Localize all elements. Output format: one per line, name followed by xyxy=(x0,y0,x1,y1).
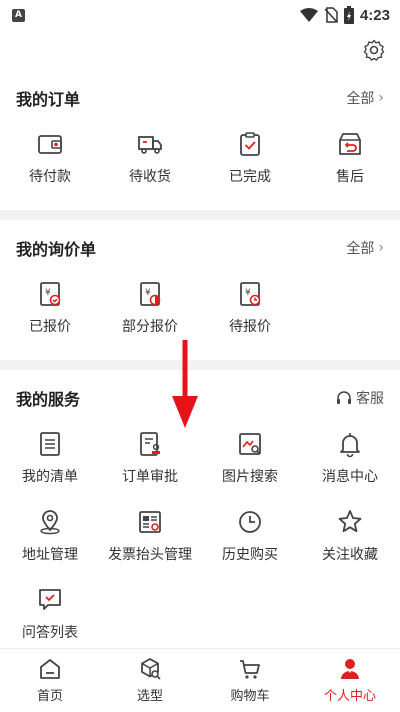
customer-service-label: 客服 xyxy=(356,391,384,407)
inquiry-item-label: 部分报价 xyxy=(122,319,178,335)
order-pending-payment[interactable]: 待付款 xyxy=(0,126,100,202)
tab-cart[interactable]: 购物车 xyxy=(200,649,300,712)
tab-label: 首页 xyxy=(36,689,63,704)
service-purchase-history[interactable]: 历史购买 xyxy=(200,504,300,582)
quote-done-icon: ¥ xyxy=(40,282,61,306)
quote-partial-icon: ¥ xyxy=(140,282,161,306)
tab-label: 选型 xyxy=(136,689,163,704)
inquiry-quoted[interactable]: ¥ 已报价 xyxy=(0,276,100,352)
svg-text:¥: ¥ xyxy=(245,288,251,298)
profile-icon xyxy=(341,659,359,679)
inquiry-item-label: 已报价 xyxy=(29,319,71,335)
clipboard-check-icon xyxy=(240,132,260,156)
invoice-icon xyxy=(139,511,161,533)
orders-all-label: 全部 xyxy=(346,91,375,107)
star-icon xyxy=(338,510,362,533)
no-sim-icon xyxy=(324,7,338,23)
wifi-icon xyxy=(299,8,318,22)
service-item-label: 关注收藏 xyxy=(322,547,378,563)
service-item-label: 消息中心 xyxy=(322,469,378,485)
tab-selection[interactable]: 选型 xyxy=(100,649,200,712)
order-item-label: 待收货 xyxy=(129,169,171,185)
orders-section: 我的订单 全部 › 待付款 待收货 已完成 售后 xyxy=(0,70,400,210)
wallet-icon xyxy=(38,135,62,154)
service-my-list[interactable]: 我的清单 xyxy=(0,426,100,504)
orders-all-link[interactable]: 全部 › xyxy=(346,88,384,108)
tab-profile[interactable]: 个人中心 xyxy=(300,649,400,712)
clock: 4:23 xyxy=(359,6,390,24)
tab-label: 购物车 xyxy=(230,689,270,704)
service-item-label: 我的清单 xyxy=(22,469,78,485)
image-search-icon xyxy=(239,433,261,455)
location-icon xyxy=(40,510,60,535)
svg-text:¥: ¥ xyxy=(45,288,51,298)
service-order-approval[interactable]: 订单审批 xyxy=(100,426,200,504)
service-item-label: 历史购买 xyxy=(222,547,278,563)
section-divider xyxy=(0,210,400,220)
tab-label: 个人中心 xyxy=(323,689,376,704)
inquiry-item-label: 待报价 xyxy=(229,319,271,335)
inquiries-section: 我的询价单 全部 › ¥ 已报价 ¥ 部分报价 ¥ 待报价 xyxy=(0,220,400,360)
order-after-sales[interactable]: 售后 xyxy=(300,126,400,202)
inquiries-title: 我的询价单 xyxy=(16,240,97,259)
orders-title: 我的订单 xyxy=(16,90,81,109)
service-address-management[interactable]: 地址管理 xyxy=(0,504,100,582)
home-icon xyxy=(40,659,60,679)
chevron-right-icon: › xyxy=(378,90,384,106)
order-item-label: 售后 xyxy=(336,169,364,185)
section-divider xyxy=(0,360,400,370)
tab-home[interactable]: 首页 xyxy=(0,649,100,712)
order-item-label: 已完成 xyxy=(229,169,271,185)
chevron-right-icon: › xyxy=(378,240,384,256)
service-item-label: 图片搜索 xyxy=(222,469,278,485)
cube-search-icon xyxy=(141,658,161,680)
service-item-label: 问答列表 xyxy=(22,625,78,641)
annotation-arrow-icon xyxy=(172,340,198,428)
inquiry-pending[interactable]: ¥ 待报价 xyxy=(200,276,300,352)
status-bar: A 4:23 xyxy=(0,0,400,30)
cart-icon xyxy=(240,660,260,679)
clock-icon xyxy=(239,511,261,533)
bell-icon xyxy=(340,433,360,458)
service-favorites[interactable]: 关注收藏 xyxy=(300,504,400,582)
service-item-label: 发票抬头管理 xyxy=(108,547,192,563)
order-item-label: 待付款 xyxy=(29,169,71,185)
battery-icon xyxy=(343,6,354,24)
notification-a-icon: A xyxy=(12,8,25,22)
service-item-label: 地址管理 xyxy=(22,547,78,563)
customer-service-link[interactable]: 客服 xyxy=(336,388,384,408)
truck-icon xyxy=(138,136,162,154)
approval-icon xyxy=(140,432,160,456)
chat-check-icon xyxy=(39,589,61,610)
bottom-tab-bar: 首页 选型 购物车 个人中心 xyxy=(0,648,400,712)
order-pending-receipt[interactable]: 待收货 xyxy=(100,126,200,202)
services-section: 我的服务 客服 我的清单 订单审批 图片搜索 消息中心 地址管理 发票抬头管理 … xyxy=(0,370,400,668)
svg-text:¥: ¥ xyxy=(145,288,151,298)
settings-gear-icon[interactable] xyxy=(362,38,386,62)
inquiries-all-label: 全部 xyxy=(346,241,375,257)
headset-icon xyxy=(337,391,351,404)
service-item-label: 订单审批 xyxy=(122,469,178,485)
service-message-center[interactable]: 消息中心 xyxy=(300,426,400,504)
services-title: 我的服务 xyxy=(16,390,81,409)
list-doc-icon xyxy=(40,432,60,456)
quote-pending-icon: ¥ xyxy=(240,282,261,306)
inquiries-all-link[interactable]: 全部 › xyxy=(346,238,384,258)
order-completed[interactable]: 已完成 xyxy=(200,126,300,202)
service-invoice-title-management[interactable]: 发票抬头管理 xyxy=(100,504,200,582)
service-image-search[interactable]: 图片搜索 xyxy=(200,426,300,504)
return-box-icon xyxy=(339,133,361,155)
